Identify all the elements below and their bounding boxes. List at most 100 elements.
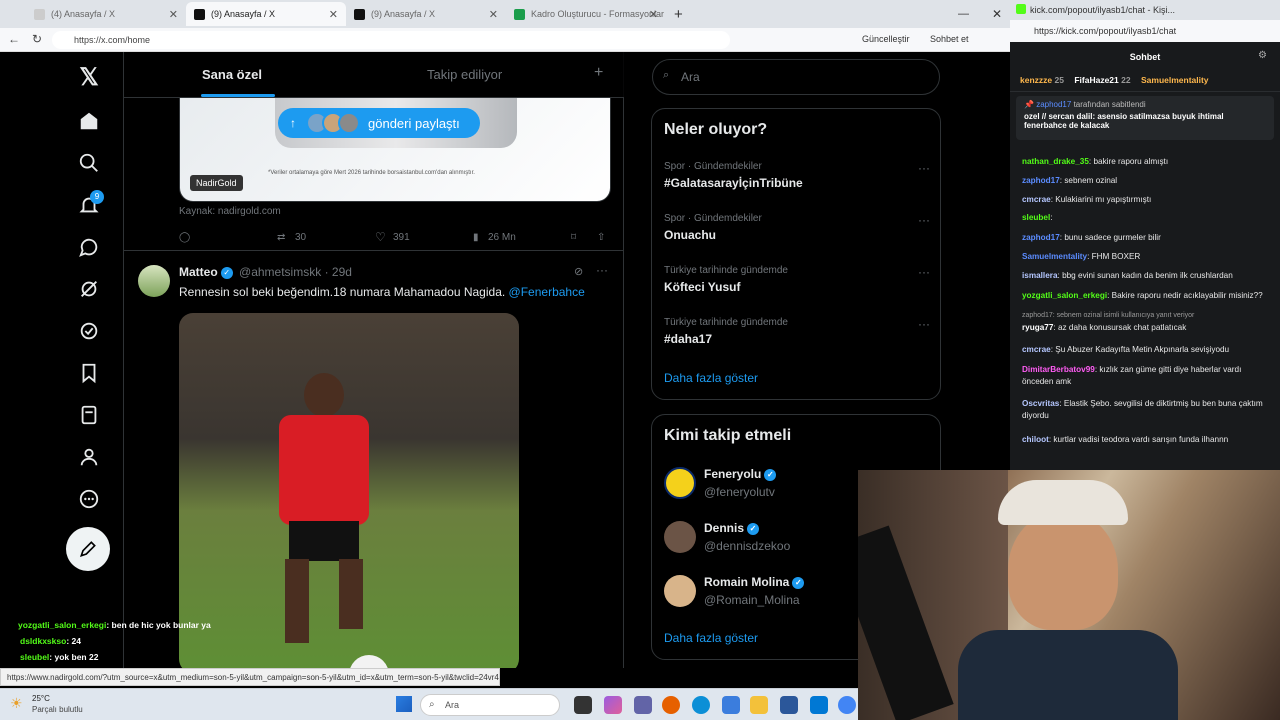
profile-icon[interactable] xyxy=(76,444,102,470)
home-icon[interactable] xyxy=(76,108,102,134)
search-input[interactable]: ⌕ Ara xyxy=(652,59,940,95)
chat-username[interactable]: nathan_drake_35 xyxy=(1022,157,1089,166)
chat-message[interactable]: ryuga77: az daha konusursak chat patlatı… xyxy=(1022,322,1272,334)
chat-message[interactable]: chiloot: kurtlar vadisi teodora vardı sa… xyxy=(1022,434,1272,446)
avatar[interactable] xyxy=(138,265,170,297)
show-more-trends-link[interactable]: Daha fazla göster xyxy=(664,371,758,385)
chat-message[interactable]: yozgatli_salon_erkegi: Bakire raporu ned… xyxy=(1022,290,1272,302)
verified-orgs-icon[interactable] xyxy=(76,318,102,344)
add-tab-icon[interactable]: + xyxy=(594,64,603,82)
chat-username[interactable]: yozgatli_salon_erkegi xyxy=(1022,291,1107,300)
reload-icon[interactable]: ↻ xyxy=(32,32,42,46)
like-icon[interactable]: ♡ xyxy=(375,230,386,244)
chat-username[interactable]: cmcrae xyxy=(1022,195,1051,204)
close-tab-icon[interactable]: ✕ xyxy=(329,8,338,21)
tab-for-you[interactable]: Sana özel xyxy=(202,67,262,82)
task-view-icon[interactable] xyxy=(574,696,592,714)
browser-tab-3[interactable]: (9) Anasayfa / X ✕ xyxy=(346,2,506,26)
more-icon[interactable]: ··· xyxy=(918,317,930,331)
tweet-author-name[interactable]: Matteo xyxy=(179,265,218,279)
retweet-icon[interactable]: ⇄ xyxy=(277,232,285,243)
compose-button[interactable] xyxy=(66,527,110,571)
copilot-icon[interactable] xyxy=(604,696,622,714)
bookmarks-icon[interactable] xyxy=(76,360,102,386)
close-tab-icon[interactable]: ✕ xyxy=(169,8,178,21)
chat-username[interactable]: cmcrae xyxy=(1022,345,1051,354)
more-icon[interactable]: ··· xyxy=(918,265,930,279)
app-icon[interactable] xyxy=(780,696,798,714)
reply-icon[interactable]: ◯ xyxy=(179,232,190,243)
close-tab-icon[interactable]: ✕ xyxy=(489,8,498,21)
update-button[interactable]: Güncelleştir xyxy=(862,34,910,44)
windows-start-icon[interactable] xyxy=(396,696,412,712)
show-more-follow-link[interactable]: Daha fazla göster xyxy=(664,631,758,645)
tab-following[interactable]: Takip ediliyor xyxy=(427,67,502,82)
chat-message[interactable]: Oscvritas: Elastik Şebo. sevgilisi de di… xyxy=(1022,398,1272,422)
x-logo-icon[interactable]: 𝕏 xyxy=(76,64,102,91)
chat-username[interactable]: Samuelmentality xyxy=(1022,252,1087,261)
back-icon[interactable]: ← xyxy=(8,32,20,46)
chat-username[interactable]: ryuga77 xyxy=(1022,323,1053,332)
outlook-icon[interactable] xyxy=(810,696,828,714)
chat-username[interactable]: Oscvritas xyxy=(1022,399,1059,408)
tweet-author-handle[interactable]: @ahmetsimskk xyxy=(239,265,321,279)
chat-username[interactable]: chiloot xyxy=(1022,435,1049,444)
tweet-photo[interactable] xyxy=(179,313,519,668)
tweet-mention[interactable]: @Fenerbahce xyxy=(509,285,585,299)
tweet[interactable]: Matteo ✓ @ahmetsimskk · 29d ⊘ ··· Rennesi… xyxy=(124,250,624,668)
chat-message[interactable]: sleubel: xyxy=(1022,212,1272,224)
leader-name[interactable]: kenzzze xyxy=(1020,75,1052,85)
chat-message[interactable]: cmcrae: Şu Abuzer Kadayıfta Metin Akpına… xyxy=(1022,344,1272,356)
trend-item[interactable]: Spor · Gündemdekiler Onuachu ··· xyxy=(664,213,930,242)
close-tab-icon[interactable]: ✕ xyxy=(649,8,658,21)
search-icon[interactable] xyxy=(76,150,102,176)
browser-tab-4[interactable]: Kadro Oluşturucu - Formasyonlar ✕ xyxy=(506,2,666,26)
trend-item[interactable]: Türkiye tarihinde gündemde Köfteci Yusuf ·… xyxy=(664,265,930,294)
chat-username[interactable]: zaphod17 xyxy=(1022,176,1060,185)
bookmark-icon[interactable]: ⌑ xyxy=(571,232,576,243)
chat-message[interactable]: cmcrae: Kulakiarini mı yapıştırmıştı xyxy=(1022,194,1272,206)
more-icon[interactable]: ··· xyxy=(918,161,930,175)
chat-username[interactable]: zaphod17 xyxy=(1022,233,1060,242)
trend-item[interactable]: Spor · Gündemdekiler #GalatasarayİçinTrib… xyxy=(664,161,930,190)
views-icon[interactable]: ▮ xyxy=(473,232,479,243)
chat-username[interactable]: DimitarBerbatov99 xyxy=(1022,365,1095,374)
more-icon[interactable] xyxy=(76,486,102,512)
browser-tab-2[interactable]: (9) Anasayfa / X ✕ xyxy=(186,2,346,26)
weather-icon[interactable]: ☀ xyxy=(10,695,23,712)
tweet-time[interactable]: · 29d xyxy=(325,265,352,279)
grok-icon[interactable] xyxy=(76,276,102,302)
more-icon[interactable]: ··· xyxy=(918,213,930,227)
messages-icon[interactable] xyxy=(76,234,102,260)
chrome-icon[interactable] xyxy=(838,696,856,714)
lists-icon[interactable] xyxy=(76,402,102,428)
chat-message[interactable]: Samuelmentality: FHM BOXER xyxy=(1022,251,1272,263)
chat-username[interactable]: ismallera xyxy=(1022,271,1058,280)
chat-message[interactable]: nathan_drake_35: bakire raporu almıştı xyxy=(1022,156,1272,168)
chat-message[interactable]: zaphod17: bunu sadece gurmeler bilir xyxy=(1022,232,1272,244)
more-options-icon[interactable]: ··· xyxy=(596,263,608,277)
browser-tab-1[interactable]: (4) Anasayfa / X ✕ xyxy=(26,2,186,26)
share-icon[interactable]: ⇧ xyxy=(597,232,605,243)
pinned-message[interactable]: 📌 zaphod17 tarafından sabitlendi ozel //… xyxy=(1016,96,1274,140)
user-settings-icon[interactable]: ⚙ xyxy=(1258,50,1267,61)
close-window-icon[interactable]: ✕ xyxy=(984,2,1010,26)
firefox-icon[interactable] xyxy=(662,696,680,714)
leader-name[interactable]: Samuelmentality xyxy=(1141,75,1209,85)
chat-message[interactable]: zaphod17: sebnem ozinal xyxy=(1022,175,1272,187)
trend-item[interactable]: Türkiye tarihinde gündemde #daha17 ··· xyxy=(664,317,930,346)
share-pill-button[interactable]: ↑ gönderi paylaştı xyxy=(278,108,480,138)
app-icon[interactable] xyxy=(722,696,740,714)
grok-icon[interactable]: ⊘ xyxy=(574,265,583,278)
chat-username[interactable]: sleubel xyxy=(1022,213,1050,222)
chat-message[interactable]: ismallera: bbg evini sunan kadın da beni… xyxy=(1022,270,1272,282)
taskbar-search-input[interactable]: ⌕ Ara xyxy=(420,694,560,716)
notifications-icon[interactable]: 9 xyxy=(76,190,104,218)
file-explorer-icon[interactable] xyxy=(750,696,768,714)
teams-icon[interactable] xyxy=(634,696,652,714)
kick-url-input[interactable]: https://kick.com/popout/ilyasb1/chat xyxy=(1010,20,1280,42)
edge-icon[interactable] xyxy=(692,696,710,714)
chat-button[interactable]: Sohbet et xyxy=(930,34,969,44)
minimize-icon[interactable]: — xyxy=(950,2,977,26)
url-input[interactable]: https://x.com/home xyxy=(52,31,730,49)
